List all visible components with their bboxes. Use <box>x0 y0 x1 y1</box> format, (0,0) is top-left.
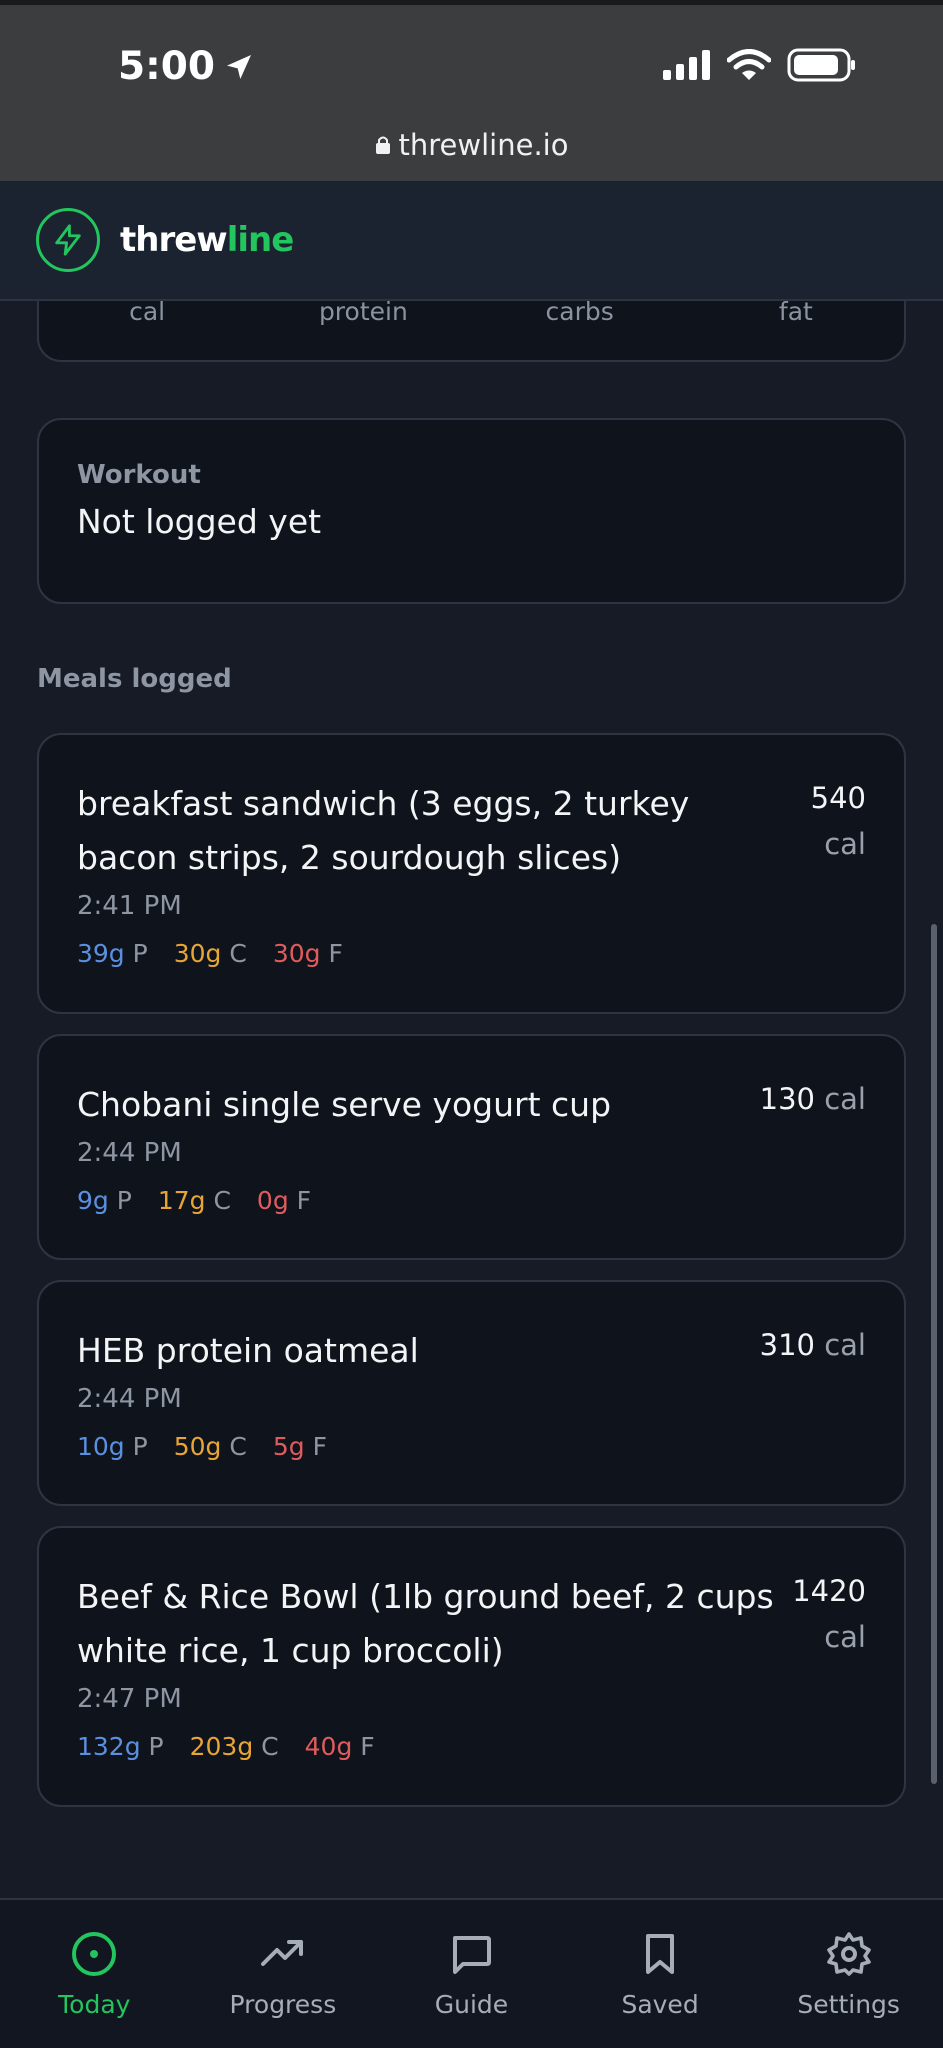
tab-settings-label: Settings <box>797 1990 900 2019</box>
scrollbar[interactable] <box>931 924 937 1784</box>
status-time-text: 5:00 <box>118 44 216 89</box>
system-icons <box>663 48 857 82</box>
summary-label-fat: fat <box>778 297 813 326</box>
brand-name-part1: threw <box>120 220 228 260</box>
meal-card[interactable]: breakfast sandwich (3 eggs, 2 turkey bac… <box>37 733 906 1014</box>
macro-carbs: 203g C <box>189 1732 279 1761</box>
url-text: threwline.io <box>398 128 569 162</box>
status-bar: 5:00 threwline.io <box>0 0 943 181</box>
meal-time: 2:41 PM <box>77 891 182 921</box>
tab-progress[interactable]: Progress <box>189 1900 378 2048</box>
meal-card[interactable]: HEB protein oatmeal 310 cal 2:44 PM 10g … <box>37 1280 906 1506</box>
macro-fat: 40g F <box>304 1732 375 1761</box>
meal-macros: 9g P 17g C 0g F <box>77 1186 866 1215</box>
summary-label-cal: cal <box>129 297 166 326</box>
meal-title: Beef & Rice Bowl (1lb ground beef, 2 cup… <box>77 1577 774 1670</box>
meal-card[interactable]: Beef & Rice Bowl (1lb ground beef, 2 cup… <box>37 1526 906 1807</box>
tab-guide[interactable]: Guide <box>377 1900 566 2048</box>
tab-guide-label: Guide <box>434 1990 509 2019</box>
brand-name-part2: line <box>226 220 295 260</box>
battery-icon <box>787 48 855 82</box>
lightning-bolt-icon <box>55 224 81 256</box>
meal-calories: 130 cal <box>760 1076 866 1122</box>
meal-time: 2:44 PM <box>77 1138 182 1168</box>
meal-calories-unit: cal <box>824 1620 866 1654</box>
workout-label: Workout <box>77 460 201 490</box>
meal-calories-value: 1420 <box>792 1574 866 1608</box>
macro-protein: 132g P <box>77 1732 164 1761</box>
tab-today[interactable]: Today <box>0 1900 189 2048</box>
meal-calories-unit: cal <box>824 1328 866 1362</box>
target-icon <box>72 1932 117 1976</box>
tab-settings[interactable]: Settings <box>754 1900 943 2048</box>
gear-icon <box>826 1932 871 1976</box>
tab-saved-label: Saved <box>621 1990 699 2019</box>
lock-icon <box>375 136 390 154</box>
workout-card[interactable]: Workout Not logged yet <box>37 418 906 604</box>
signal-icon <box>663 50 710 80</box>
macro-protein: 9g P <box>77 1186 132 1215</box>
meal-calories: 540 cal <box>811 775 866 867</box>
brand-name: threwline <box>120 220 295 260</box>
meal-time: 2:47 PM <box>77 1684 182 1714</box>
summary-label-protein: protein <box>318 297 408 326</box>
macro-carbs: 30g C <box>173 939 247 968</box>
macro-carbs: 50g C <box>173 1432 247 1461</box>
meal-time: 2:44 PM <box>77 1384 182 1414</box>
meal-calories-unit: cal <box>824 1082 866 1116</box>
meal-calories: 1420 cal <box>792 1568 866 1660</box>
meal-title: HEB protein oatmeal <box>77 1331 419 1370</box>
meal-macros: 39g P 30g C 30g F <box>77 939 866 968</box>
meal-calories: 310 cal <box>760 1322 866 1368</box>
url-bar[interactable]: threwline.io <box>0 128 943 162</box>
meal-calories-unit: cal <box>824 827 866 861</box>
tab-progress-label: Progress <box>229 1990 337 2019</box>
trending-up-icon <box>260 1940 303 1966</box>
bookmark-icon <box>646 1934 675 1974</box>
meal-calories-value: 130 <box>759 1082 815 1116</box>
meal-title: Chobani single serve yogurt cup <box>77 1085 612 1124</box>
meals-logged-heading: Meals logged <box>37 664 232 694</box>
tab-today-label: Today <box>58 1990 131 2019</box>
macro-carbs: 17g C <box>157 1186 231 1215</box>
meal-title: breakfast sandwich (3 eggs, 2 turkey bac… <box>77 784 690 877</box>
macro-fat: 30g F <box>272 939 343 968</box>
meal-macros: 10g P 50g C 5g F <box>77 1432 866 1461</box>
meal-card[interactable]: Chobani single serve yogurt cup 130 cal … <box>37 1034 906 1260</box>
tab-saved[interactable]: Saved <box>566 1900 755 2048</box>
summary-labels: cal protein carbs fat <box>39 297 904 326</box>
meal-calories-value: 540 <box>810 781 866 815</box>
workout-status: Not logged yet <box>77 502 322 541</box>
status-time: 5:00 <box>118 44 255 89</box>
chat-bubble-icon <box>453 1936 492 1974</box>
app-header: threwline <box>0 181 943 301</box>
macro-fat: 0g F <box>256 1186 312 1215</box>
summary-label-carbs: carbs <box>545 297 614 326</box>
bottom-tab-bar: Today Progress Guide Saved Settings <box>0 1898 943 2048</box>
location-arrow-icon <box>227 54 252 79</box>
logo[interactable] <box>36 208 100 272</box>
meal-calories-value: 310 <box>759 1328 815 1362</box>
meal-macros: 132g P 203g C 40g F <box>77 1732 866 1761</box>
macro-protein: 10g P <box>77 1432 148 1461</box>
macro-fat: 5g F <box>272 1432 327 1461</box>
wifi-icon <box>727 49 771 80</box>
top-edge <box>0 0 943 5</box>
macro-protein: 39g P <box>77 939 148 968</box>
